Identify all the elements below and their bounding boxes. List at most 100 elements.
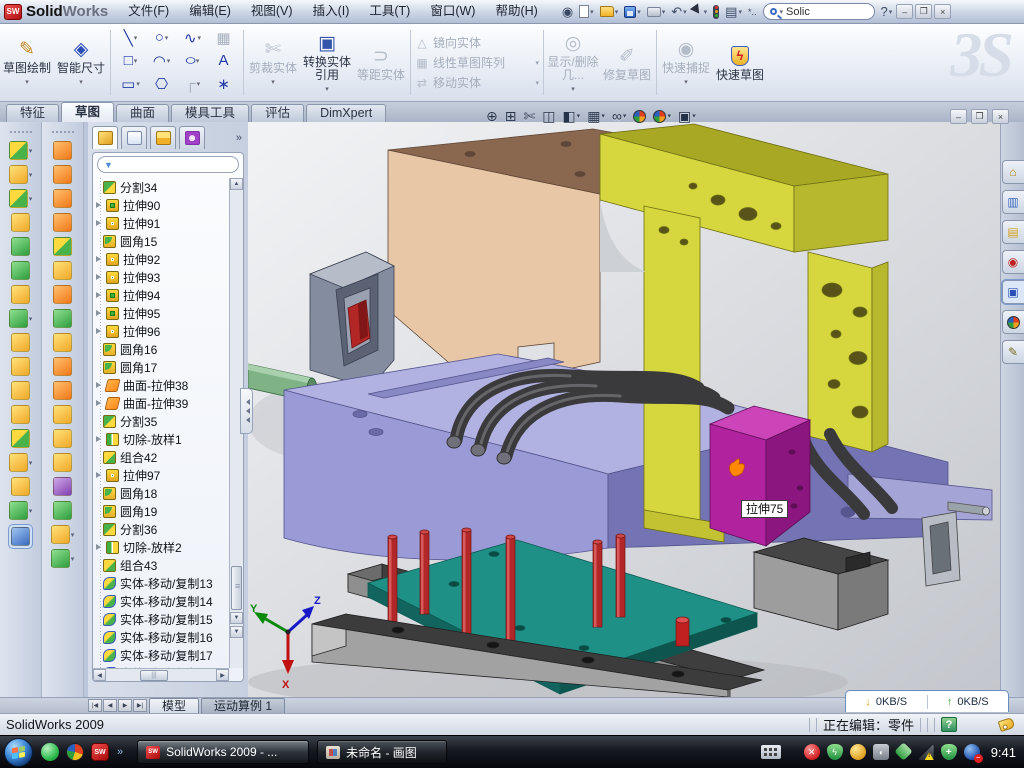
linear-sketch-pattern-button[interactable]: ▦ 线性草图阵列▾ [413, 54, 541, 72]
panel-overflow-button[interactable]: » [236, 132, 244, 144]
menu-item[interactable]: 插入(I) [303, 0, 360, 23]
shell-button[interactable] [11, 285, 30, 304]
ellipse-tool[interactable]: ○▾ [177, 52, 208, 69]
mirror-entities-button[interactable]: △ 镜向实体 [413, 34, 541, 52]
revolved-boss-button[interactable] [11, 213, 30, 232]
zoom-cut-button[interactable]: ✄ [523, 108, 535, 125]
tree-item[interactable]: 实体-移动/复制14 [93, 592, 229, 610]
model-canvas[interactable]: Y Z X [248, 122, 1000, 697]
browser-ball-icon[interactable] [66, 743, 84, 761]
zoom-fit-button[interactable]: ⊕ [486, 108, 498, 125]
scroll-down-button[interactable]: ▼ [230, 612, 243, 624]
security-red-tray-icon[interactable]: ✕ [804, 744, 820, 760]
tab-DimXpert[interactable]: DimXpert [306, 104, 386, 122]
quick-launch-overflow[interactable]: » [117, 746, 123, 758]
apply-scene-ball-button[interactable]: ▾ [653, 110, 671, 123]
lofted-boss-button[interactable] [11, 237, 30, 256]
tree-filter-input[interactable]: ▼ [97, 156, 239, 173]
prev-tab-button[interactable]: ◀ [103, 699, 117, 712]
doc-tab-model[interactable]: 模型 [149, 698, 199, 713]
boundary-boss-button[interactable] [11, 261, 30, 280]
point-button[interactable]: ▾ [51, 525, 75, 544]
slot-tool[interactable]: ▭▾ [115, 75, 146, 93]
search-input[interactable]: ▾ Solic [763, 3, 875, 20]
extruded-surface-button[interactable] [53, 189, 72, 208]
tree-item[interactable]: 曲面-拉伸38 [93, 376, 229, 394]
delete-body-button[interactable]: ▾ [9, 453, 33, 472]
volume-tray-icon[interactable]: ◖ [873, 744, 889, 760]
tree-item[interactable]: 切除-放样1 [93, 430, 229, 448]
planar-surface-button[interactable] [53, 285, 72, 304]
menu-item[interactable]: 窗口(W) [420, 0, 485, 23]
view-palette-tab[interactable]: ▣ [1002, 280, 1024, 304]
delete-hole-button[interactable] [53, 381, 72, 400]
tab-模具工具[interactable]: 模具工具 [171, 104, 249, 122]
doc-minimize-button[interactable]: – [950, 109, 967, 124]
hide-show-items-button[interactable]: ∞▾ [612, 108, 627, 124]
line-tool[interactable]: ╲▾ [115, 29, 146, 47]
graphics-area[interactable]: Y Z X [248, 122, 1000, 697]
print-button[interactable]: ▾ [645, 2, 668, 22]
tree-item[interactable]: 组合42 [93, 448, 229, 466]
menu-item[interactable]: 帮助(H) [485, 0, 547, 23]
thicken-button[interactable] [53, 333, 72, 352]
scroll-down-button2[interactable]: ▼ [230, 626, 243, 638]
chevron-down-icon[interactable]: ▾ [780, 8, 784, 16]
rectangle-tool[interactable]: □▾ [115, 52, 146, 69]
horizontal-scroll-thumb[interactable]: ||| [140, 670, 168, 681]
sketch-fillet-tool[interactable]: ┌▾ [177, 75, 208, 92]
offset-entities-button[interactable]: ⊃ 等距实体 [354, 41, 408, 84]
last-tab-button[interactable]: ▶| [133, 699, 147, 712]
shield-green-tray-icon[interactable]: ϟ [827, 744, 843, 760]
tree-item[interactable]: 拉伸97 [93, 466, 229, 484]
polygon-tool[interactable]: ⎔ [146, 75, 177, 93]
curves-button[interactable]: ▾ [9, 501, 33, 520]
taskbar-task[interactable]: 未命名 - 画图 [317, 740, 447, 764]
view-settings-button[interactable]: ▣▾ [678, 108, 696, 125]
tree-item[interactable]: 拉伸92 [93, 250, 229, 268]
menu-item[interactable]: 工具(T) [359, 0, 420, 23]
convert-entities-button[interactable]: ▣ 转换实体引用▾ [300, 28, 354, 98]
certificate-tray-icon[interactable] [850, 744, 866, 760]
network-warning-tray-icon[interactable] [918, 744, 934, 760]
view-orientation-button[interactable]: ◧▾ [562, 108, 580, 125]
tree-item[interactable]: 圆角16 [93, 340, 229, 358]
tree-item[interactable]: 拉伸94 [93, 286, 229, 304]
tree-item[interactable]: 拉伸95 [93, 304, 229, 322]
solidworks-icon[interactable]: SW [91, 743, 109, 761]
untrim-surface-button[interactable] [53, 261, 72, 280]
tree-item[interactable]: 实体-移动/复制16 [93, 628, 229, 646]
scroll-up-button[interactable]: ▲ [230, 178, 243, 190]
tree-item[interactable]: 拉伸93 [93, 268, 229, 286]
circle-tool[interactable]: ○▾ [146, 29, 177, 46]
lightweight-button[interactable]: *.. [746, 2, 759, 22]
spline-button[interactable]: ▾ [51, 549, 75, 568]
revolved-surface-button[interactable] [53, 165, 72, 184]
resources-home-tab[interactable]: ⌂ [1002, 160, 1024, 184]
tree-item[interactable]: 圆角19 [93, 502, 229, 520]
restore-button[interactable]: ❐ [915, 4, 932, 19]
extruded-boss-button[interactable]: ▾ [9, 141, 33, 160]
replace-face-button[interactable] [53, 405, 72, 424]
tab-草图[interactable]: 草图 [61, 102, 114, 122]
linear-pattern-button[interactable]: ▾ [9, 309, 33, 328]
spline-tool[interactable]: ∿▾ [177, 29, 208, 47]
tree-item[interactable]: 拉伸90 [93, 196, 229, 214]
tree-horizontal-scrollbar[interactable]: ◀ ||| ▶ [93, 668, 229, 681]
pin-button[interactable]: ◉ [560, 2, 575, 22]
tree-item[interactable]: 分割35 [93, 412, 229, 430]
boundary-surface-button[interactable] [53, 213, 72, 232]
tree-item[interactable]: 圆角17 [93, 358, 229, 376]
vertical-scroll-thumb[interactable] [231, 566, 242, 610]
sync-tray-icon[interactable] [894, 742, 912, 760]
save-button[interactable]: ▾ [622, 2, 643, 22]
tree-item[interactable]: 拉伸96 [93, 322, 229, 340]
tab-评估[interactable]: 评估 [251, 104, 304, 122]
rebuild-button[interactable] [711, 2, 721, 22]
tag-icon[interactable] [998, 717, 1016, 732]
property-manager-tab[interactable] [121, 126, 147, 149]
doc-close-button[interactable]: × [992, 109, 1009, 124]
tree-item[interactable]: 拉伸91 [93, 214, 229, 232]
fillet-surface-button[interactable] [53, 453, 72, 472]
scroll-right-button[interactable]: ▶ [216, 669, 229, 681]
